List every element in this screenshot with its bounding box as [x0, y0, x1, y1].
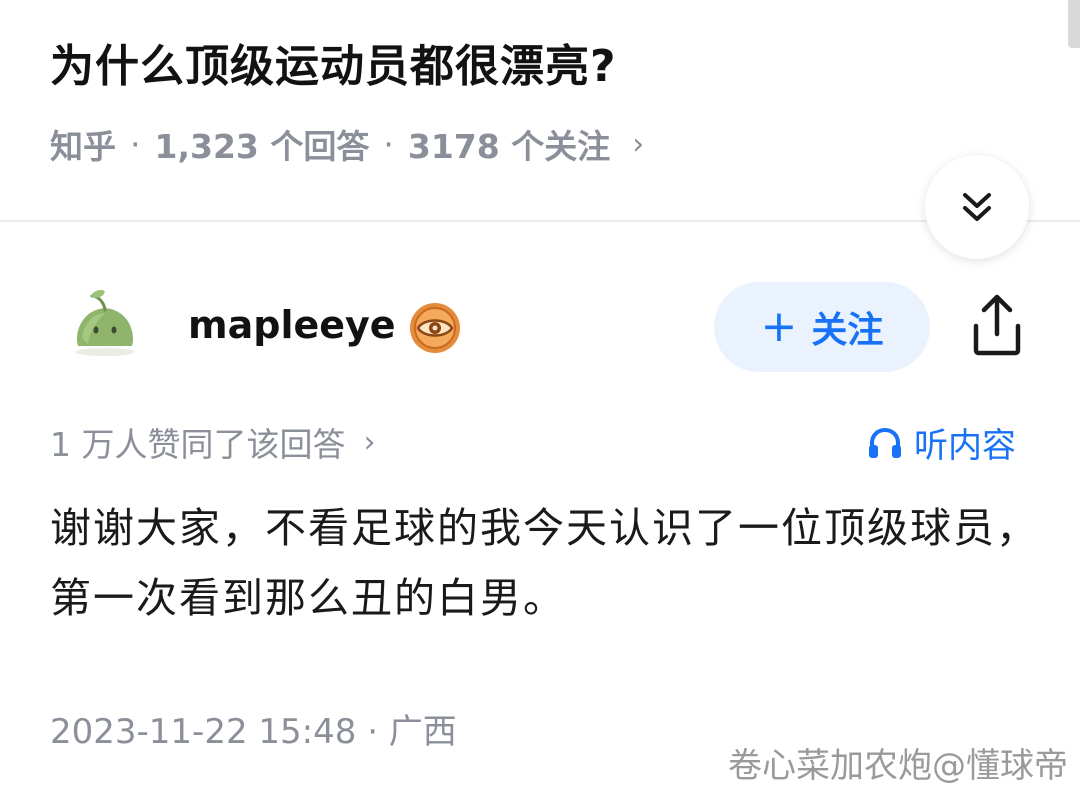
follow-button[interactable]: + 关注: [714, 282, 930, 372]
watermark: 卷心菜加农炮@懂球帝: [728, 746, 1068, 786]
avatar[interactable]: [68, 288, 142, 358]
double-chevron-down-icon: [963, 193, 991, 221]
chevron-right-icon: ›: [632, 126, 645, 162]
plus-icon: +: [760, 301, 798, 352]
question-meta[interactable]: 知乎 · 1,323 个回答 · 3178 个关注 ›: [50, 120, 644, 168]
answers-count: 1,323 个回答: [154, 127, 370, 166]
source-label: 知乎: [50, 127, 116, 166]
headphones-icon: [869, 427, 901, 458]
meta-separator: ·: [383, 124, 394, 164]
follow-label: 关注: [811, 310, 884, 351]
listen-label: 听内容: [914, 426, 1016, 466]
answer-content[interactable]: 谢谢大家，不看足球的我今天认识了一位顶级球员，第一次看到那么丑的白男。: [50, 493, 1040, 633]
votes-line[interactable]: 1 万人赞同了该回答 ›: [50, 418, 376, 466]
eye-badge-icon: [410, 303, 460, 353]
meta-separator: ·: [130, 124, 141, 164]
votes-text: 1 万人赞同了该回答: [50, 425, 346, 464]
followers-count: 3178 个关注: [407, 127, 611, 166]
author-name[interactable]: mapleeye: [188, 303, 396, 347]
scrollbar[interactable]: [1068, 0, 1080, 48]
divider: [0, 220, 1080, 222]
listen-button[interactable]: 听内容: [866, 418, 1016, 467]
share-icon[interactable]: [962, 290, 1032, 360]
question-title[interactable]: 为什么顶级运动员都很漂亮?: [50, 30, 617, 94]
answer-time: 2023-11-22 15:48 · 广西: [50, 712, 457, 752]
chevron-right-icon: ›: [363, 424, 376, 460]
collapse-button[interactable]: [925, 155, 1029, 259]
